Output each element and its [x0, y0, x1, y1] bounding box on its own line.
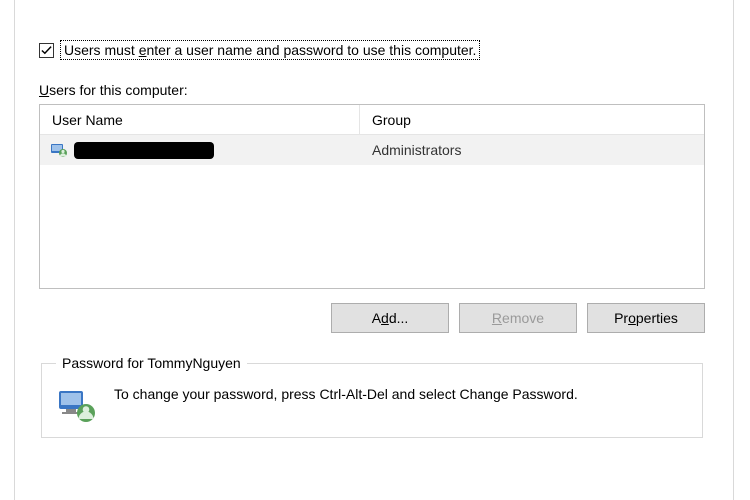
users-label-accel: U	[39, 82, 49, 98]
user-icon	[50, 141, 68, 159]
password-groupbox: Password for TommyNguyen To change your …	[41, 355, 703, 438]
require-password-label-pre: Users must	[64, 42, 139, 58]
table-row[interactable]: Administrators	[40, 135, 704, 165]
users-listview-header: User Name Group	[40, 105, 704, 135]
password-groupbox-legend: Password for TommyNguyen	[56, 355, 247, 371]
users-listview[interactable]: User Name Group Administrators	[39, 104, 705, 289]
username-cell-redacted	[74, 142, 214, 159]
add-user-button[interactable]: Add...	[331, 303, 449, 333]
require-password-label: Users must enter a user name and passwor…	[60, 40, 480, 60]
users-for-computer-label: Users for this computer:	[39, 82, 705, 98]
remove-user-button[interactable]: Remove	[459, 303, 577, 333]
users-label-post: sers for this computer:	[49, 82, 188, 98]
password-instruction-text: To change your password, press Ctrl-Alt-…	[114, 385, 688, 404]
column-header-username[interactable]: User Name	[40, 105, 360, 134]
properties-button[interactable]: Properties	[587, 303, 705, 333]
require-password-label-post: nter a user name and password to use thi…	[146, 42, 476, 58]
require-password-checkbox[interactable]	[39, 43, 54, 58]
column-header-group[interactable]: Group	[360, 112, 704, 128]
key-user-icon	[56, 385, 98, 427]
group-cell: Administrators	[360, 142, 704, 158]
